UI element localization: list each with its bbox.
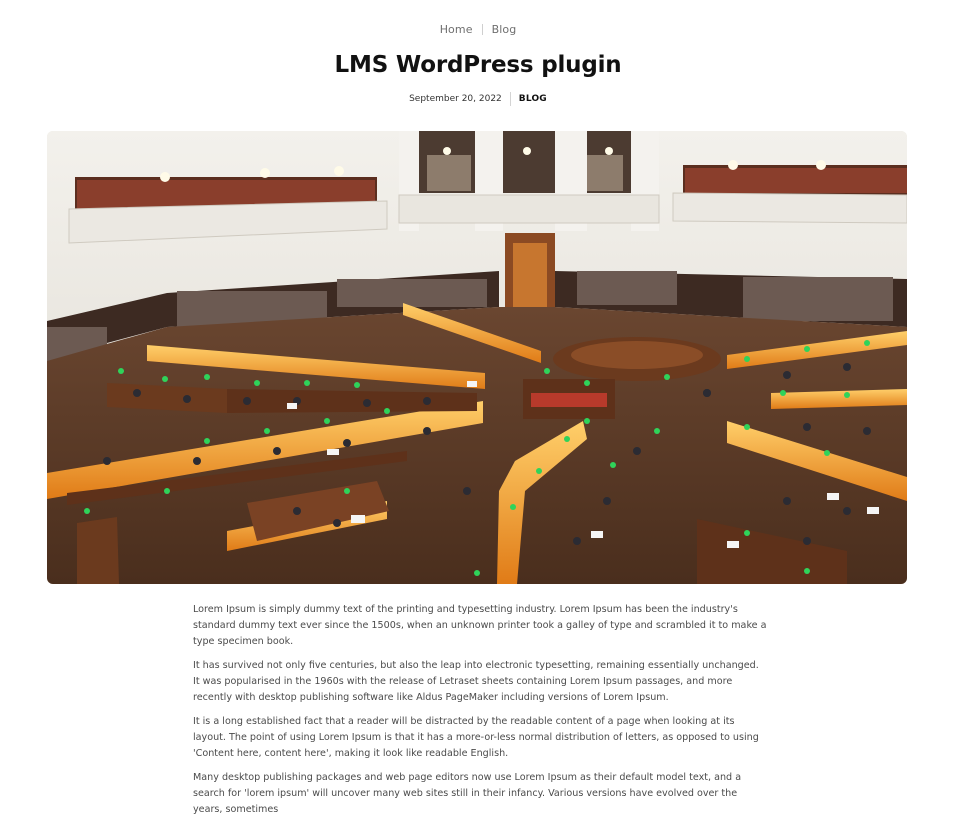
body-paragraph: Lorem Ipsum is simply dummy text of the … (193, 604, 767, 647)
breadcrumb-blog-link[interactable]: Blog (492, 23, 517, 36)
breadcrumb-home-link[interactable]: Home (440, 23, 473, 36)
post-date: September 20, 2022 (409, 94, 502, 104)
post-title: LMS WordPress plugin (334, 52, 622, 78)
post-category-link[interactable]: BLOG (519, 94, 547, 104)
breadcrumb-separator (481, 24, 483, 35)
body-paragraph: It is a long established fact that a rea… (193, 716, 759, 759)
library-reading-room-illustration (47, 131, 907, 584)
meta-divider (509, 92, 511, 106)
featured-image (47, 131, 907, 584)
post-body: Lorem Ipsum is simply dummy text of the … (193, 602, 767, 826)
body-paragraph: It has survived not only five centuries,… (193, 660, 759, 703)
post-meta: September 20, 2022 BLOG (0, 92, 956, 106)
body-paragraph: Many desktop publishing packages and web… (193, 772, 742, 815)
blog-post-page: Home Blog LMS WordPress plugin September… (0, 0, 956, 815)
breadcrumb: Home Blog (0, 23, 956, 36)
